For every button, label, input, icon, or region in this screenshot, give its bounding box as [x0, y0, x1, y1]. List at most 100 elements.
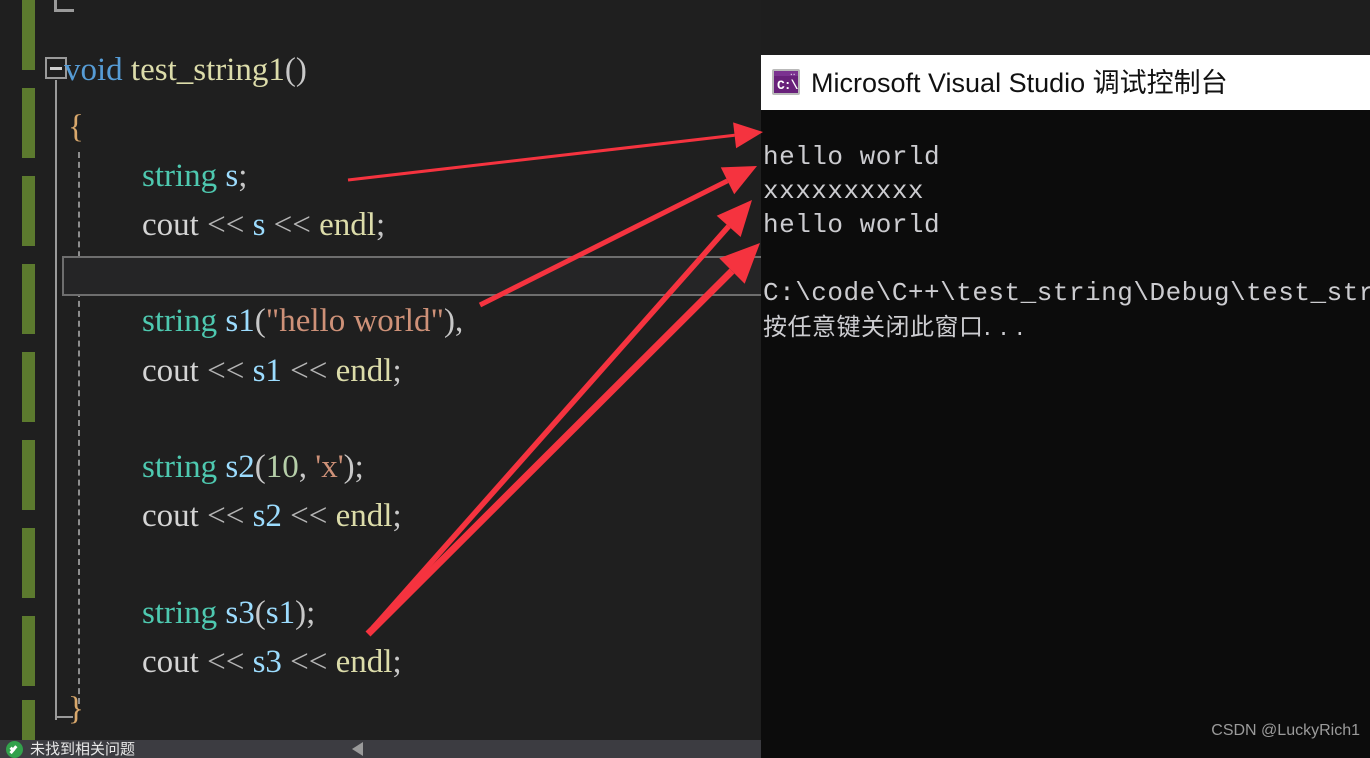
- code-token: }: [68, 691, 84, 727]
- code-token: cout: [142, 644, 199, 680]
- console-output-line: hello world: [763, 142, 941, 172]
- change-indicator-segment: [22, 0, 35, 70]
- console-output-line: xxxxxxxxxx: [763, 176, 925, 206]
- code-token: s: [252, 207, 266, 243]
- code-token: s1: [252, 353, 282, 389]
- triangle-left-icon[interactable]: [352, 742, 363, 756]
- code-token: ;: [392, 353, 402, 389]
- code-token: "hello world": [265, 303, 444, 339]
- code-token: ;: [392, 498, 402, 534]
- code-token: s2: [252, 498, 282, 534]
- code-token: ): [295, 595, 307, 631]
- code-token: ;: [238, 158, 248, 194]
- code-token: ;: [392, 644, 402, 680]
- code-token: ;: [306, 595, 316, 631]
- code-token: <<: [207, 207, 245, 243]
- code-token: (: [254, 303, 266, 339]
- code-token: s1: [265, 595, 296, 631]
- code-token: cout: [142, 353, 199, 389]
- change-indicator-segment: [22, 616, 35, 686]
- code-token: <<: [207, 498, 245, 534]
- code-line[interactable]: cout << s3 << endl;: [38, 638, 402, 687]
- code-token: ): [343, 449, 355, 485]
- check-circle-icon: [6, 741, 23, 758]
- code-line[interactable]: string s;: [38, 152, 247, 201]
- code-token: <<: [207, 644, 245, 680]
- code-token: (: [254, 449, 266, 485]
- code-token: <<: [207, 353, 245, 389]
- code-token: 10: [265, 449, 299, 485]
- code-token: string: [142, 449, 218, 485]
- code-token: 'x': [315, 449, 344, 485]
- code-editor-pane[interactable]: void test_string1(){string s; cout << s <…: [0, 0, 761, 740]
- code-line[interactable]: cout << s1 << endl;: [38, 347, 402, 396]
- console-output-line: hello world: [763, 210, 941, 240]
- code-token: s: [225, 158, 239, 194]
- code-token: s3: [225, 595, 255, 631]
- code-token: s2: [225, 449, 255, 485]
- code-text-area[interactable]: void test_string1(){string s; cout << s <…: [38, 0, 761, 740]
- code-line[interactable]: string s3(s1);: [38, 589, 315, 638]
- code-token: <<: [290, 644, 328, 680]
- code-token: endl: [335, 353, 393, 389]
- code-token: ;: [375, 207, 386, 243]
- status-bar-message: 未找到相关问题: [30, 741, 136, 758]
- code-token: test_string1: [130, 52, 285, 88]
- code-line[interactable]: cout << s2 << endl;: [38, 492, 402, 541]
- code-token: endl: [335, 498, 393, 534]
- current-line-highlight-box[interactable]: [62, 256, 761, 296]
- code-token: string: [142, 158, 218, 194]
- console-output-line: C:\code\C++\test_string\Debug\test_str: [763, 278, 1370, 308]
- code-token: string: [142, 303, 218, 339]
- code-line[interactable]: {: [38, 103, 84, 152]
- code-line[interactable]: }: [38, 685, 84, 734]
- code-token: endl: [319, 207, 376, 243]
- change-indicator-segment: [22, 352, 35, 422]
- code-token: (: [254, 595, 266, 631]
- code-token: ,: [454, 303, 464, 339]
- change-indicator-segment: [22, 176, 35, 246]
- console-output-area[interactable]: hello world xxxxxxxxxx hello world C:\code…: [761, 110, 1370, 758]
- console-title-bar[interactable]: ▪▪ C:\ Microsoft Visual Studio 调试控制台: [761, 55, 1370, 110]
- change-indicator-segment: [22, 528, 35, 598]
- code-token: <<: [273, 207, 311, 243]
- change-indicator-segment: [22, 264, 35, 334]
- status-bar[interactable]: 未找到相关问题: [0, 740, 761, 758]
- console-icon-glyph: C:\: [777, 78, 798, 93]
- code-token: (): [284, 52, 307, 88]
- change-indicator-segment: [22, 440, 35, 510]
- code-token: ;: [354, 449, 364, 485]
- console-cmd-icon: ▪▪ C:\: [772, 69, 800, 95]
- code-line[interactable]: string s1("hello world"),: [38, 297, 463, 346]
- csdn-watermark: CSDN @LuckyRich1: [1211, 722, 1360, 739]
- code-line[interactable]: string s2(10, 'x');: [38, 443, 364, 492]
- code-token: endl: [335, 644, 393, 680]
- editor-gutter: [0, 0, 38, 740]
- code-line[interactable]: void test_string1(): [38, 46, 307, 95]
- debug-console-window[interactable]: ▪▪ C:\ Microsoft Visual Studio 调试控制台 hel…: [761, 55, 1370, 758]
- code-token: cout: [142, 207, 199, 243]
- code-line[interactable]: cout << s << endl;: [38, 201, 385, 250]
- code-token: ): [443, 303, 455, 339]
- code-token: s1: [225, 303, 255, 339]
- code-token: s3: [252, 644, 282, 680]
- code-token: void: [64, 52, 131, 88]
- previous-block-end-bracket: [54, 0, 74, 12]
- code-token: cout: [142, 498, 199, 534]
- console-output-line: 按任意键关闭此窗口. . .: [763, 313, 1025, 341]
- console-window-title: Microsoft Visual Studio 调试控制台: [811, 68, 1228, 98]
